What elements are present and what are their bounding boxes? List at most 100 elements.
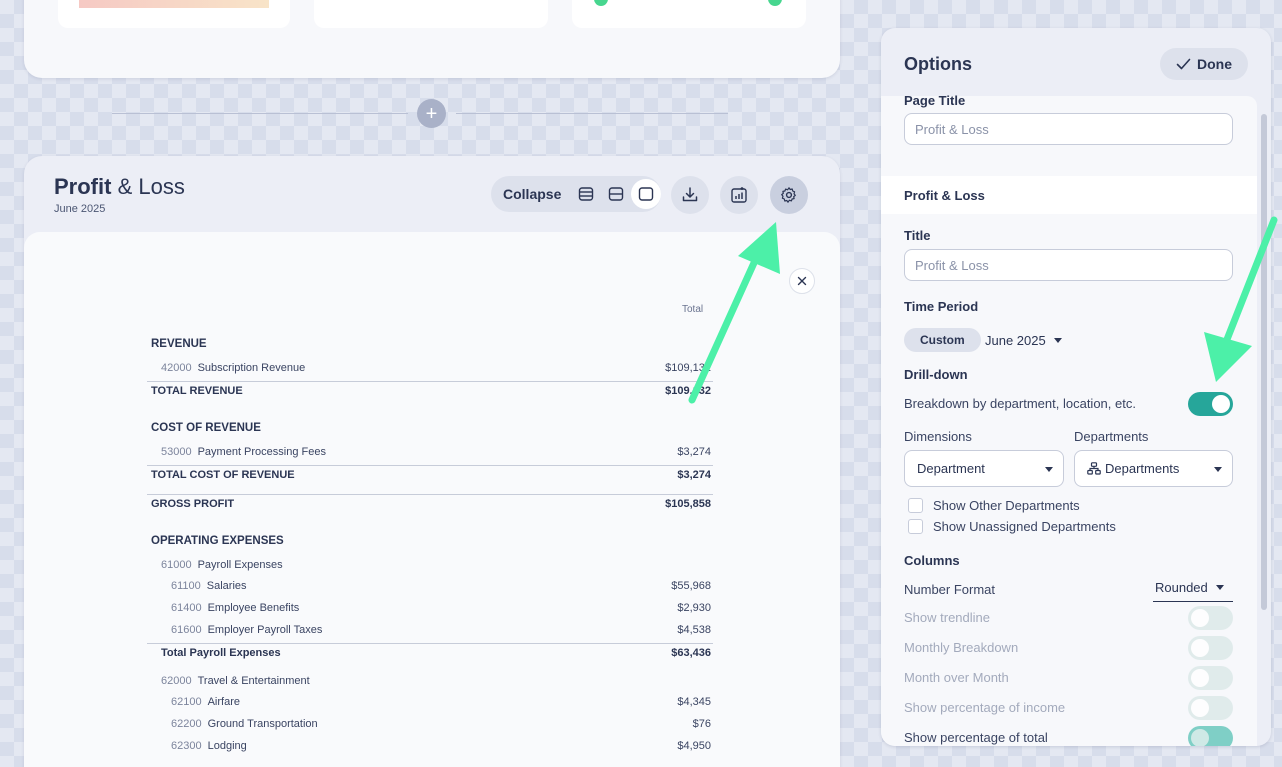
close-report-button[interactable] [789, 268, 815, 294]
add-section-button[interactable]: + [417, 99, 446, 128]
row-label: 53000 Payment Processing Fees [151, 446, 326, 458]
caret-down-icon [1214, 467, 1222, 472]
row-label: 61600 Employer Payroll Taxes [151, 624, 322, 636]
caret-down-icon [1215, 585, 1224, 590]
page-title-input[interactable]: Profit & Loss [904, 113, 1233, 145]
account-number: 62300 [171, 740, 202, 752]
drilldown-toggle[interactable] [1188, 392, 1233, 416]
pct-income-toggle[interactable] [1188, 696, 1233, 720]
section-header: OPERATING EXPENSES [151, 535, 711, 553]
row-label: 62100 Airfare [151, 696, 240, 708]
row-label-text: Airfare [207, 696, 240, 708]
toggle-knob [1212, 395, 1230, 413]
account-number: 62000 [161, 675, 192, 687]
check-icon [1176, 58, 1191, 70]
table-row: 61600 Employer Payroll Taxes $4,538 [151, 624, 711, 642]
table-row: Total Payroll Expenses $63,436 [151, 647, 711, 665]
title-input[interactable]: Profit & Loss [904, 249, 1233, 281]
table-row: 61000 Payroll Expenses [151, 559, 711, 577]
row-amount: $105,858 [665, 498, 711, 510]
done-label: Done [1197, 56, 1232, 72]
row-amount: $55,968 [671, 580, 711, 592]
time-period-custom-chip[interactable]: Custom [904, 328, 981, 352]
row-amount: $4,950 [677, 740, 711, 752]
title-label: Title [904, 228, 931, 243]
monthly-breakdown-label: Monthly Breakdown [904, 640, 1019, 655]
settings-button[interactable] [770, 176, 808, 214]
row-amount: $76 [692, 718, 711, 730]
options-header: Options [904, 54, 972, 74]
toggle-knob [1191, 669, 1209, 687]
row-label: 42000 Subscription Revenue [151, 362, 305, 374]
row-amount: $2,930 [677, 602, 711, 614]
toggle-knob [1191, 729, 1209, 746]
row-label-text: Employee Benefits [207, 602, 300, 614]
add-chart-button[interactable] [720, 176, 758, 214]
row-label-text: Salaries [206, 580, 247, 592]
time-period-select[interactable]: June 2025 [985, 333, 1062, 348]
pct-income-label: Show percentage of income [904, 700, 1066, 715]
departments-value: Departments [1105, 461, 1180, 476]
row-label: OPERATING EXPENSES [151, 535, 284, 547]
month-over-month-label: Month over Month [904, 670, 1009, 685]
row-label: REVENUE [151, 338, 207, 350]
collapse-partial-button[interactable] [601, 179, 631, 209]
table-row: TOTAL COST OF REVENUE $3,274 [151, 469, 711, 487]
account-number: 62200 [171, 718, 202, 730]
time-period-value: June 2025 [985, 333, 1046, 348]
report-title-rest: & Loss [117, 174, 185, 199]
download-button[interactable] [671, 176, 709, 214]
rows-half-icon [608, 187, 624, 201]
report-date: June 2025 [54, 203, 106, 215]
dimensions-select[interactable]: Department [904, 450, 1064, 487]
number-format-label: Number Format [904, 582, 996, 597]
table-row: GROSS PROFIT $105,858 [151, 498, 711, 516]
departments-select[interactable]: Departments [1074, 450, 1233, 487]
table-row: 62100 Airfare $4,345 [151, 696, 711, 714]
account-number: 61600 [171, 624, 202, 636]
row-label-text: OPERATING EXPENSES [151, 535, 284, 547]
row-label-text: GROSS PROFIT [151, 498, 235, 510]
account-number: 53000 [161, 446, 192, 458]
section-header: COST OF REVENUE [151, 422, 711, 440]
hierarchy-icon [1087, 462, 1101, 475]
number-format-select[interactable]: Rounded [1153, 580, 1233, 602]
show-unassigned-checkbox[interactable] [908, 519, 923, 534]
row-label: 61100 Salaries [151, 580, 247, 592]
departments-label: Departments [1074, 429, 1149, 444]
table-row: 42000 Subscription Revenue $109,132 [151, 362, 711, 380]
month-over-month-toggle[interactable] [1188, 666, 1233, 690]
row-label: GROSS PROFIT [151, 498, 234, 510]
report-title: Profit & Loss [54, 174, 185, 200]
row-label: 61400 Employee Benefits [151, 602, 299, 614]
row-label: 61000 Payroll Expenses [151, 559, 283, 571]
account-number: 61100 [171, 580, 201, 592]
card-tile [314, 0, 548, 28]
add-section-row: + [112, 98, 728, 128]
done-button[interactable]: Done [1160, 48, 1248, 80]
row-label-text: Ground Transportation [207, 718, 318, 730]
row-amount: $109,132 [665, 362, 711, 374]
table-row: TOTAL REVENUE $109,132 [151, 385, 711, 403]
time-period-label: Time Period [904, 299, 979, 314]
show-trendline-toggle[interactable] [1188, 606, 1233, 630]
row-amount: $4,345 [677, 696, 711, 708]
drilldown-description: Breakdown by department, location, etc. [904, 396, 1136, 411]
account-number: 61000 [161, 559, 192, 571]
close-icon [797, 276, 807, 286]
plus-icon: + [425, 102, 438, 125]
expand-all-button[interactable] [631, 179, 661, 209]
row-label-text: Subscription Revenue [197, 362, 306, 374]
monthly-breakdown-toggle[interactable] [1188, 636, 1233, 660]
show-other-checkbox[interactable] [908, 498, 923, 513]
collapse-all-button[interactable] [571, 179, 601, 209]
toggle-knob [1191, 699, 1209, 717]
row-label-text: COST OF REVENUE [151, 422, 261, 434]
collapse-label: Collapse [503, 186, 562, 202]
options-scrollbar[interactable] [1261, 114, 1267, 610]
row-label: TOTAL REVENUE [151, 385, 243, 397]
pct-total-toggle[interactable] [1188, 726, 1233, 746]
pct-total-label: Show percentage of total [904, 730, 1048, 745]
chart-plus-icon [731, 187, 747, 203]
dimensions-value: Department [917, 461, 985, 476]
